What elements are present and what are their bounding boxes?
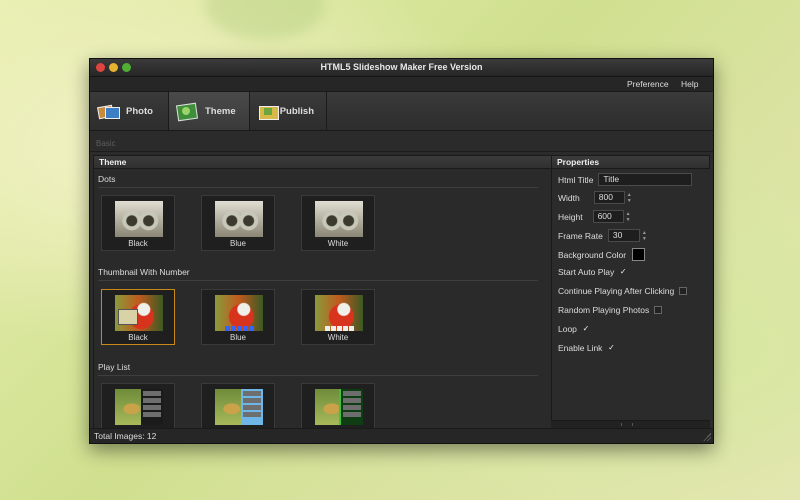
thumbnail-overlay [118, 309, 138, 325]
html-title-row: Html Title Title [558, 173, 693, 186]
basic-label: Basic [96, 139, 116, 148]
random-playing-label: Random Playing Photos [558, 305, 650, 315]
width-label: Width [558, 192, 580, 203]
menu-help[interactable]: Help [681, 79, 698, 89]
menu-bar: Preference Help [90, 77, 713, 91]
html-title-input[interactable]: Title [598, 173, 693, 186]
frame-rate-label: Frame Rate [558, 230, 603, 241]
theme-preview-image [315, 389, 363, 425]
theme-dots-black[interactable]: Black [101, 195, 175, 251]
theme-playlist-2[interactable] [201, 383, 275, 428]
continue-playing-row: Continue Playing After Clicking [558, 286, 688, 296]
random-playing-checkbox[interactable] [654, 306, 663, 314]
theme-caption: Blue [229, 239, 246, 248]
properties-panel: Html Title Title Width 800 ▲ ▼ Height 600… [551, 169, 711, 420]
start-auto-play-label: Start Auto Play [558, 267, 615, 277]
theme-dots-blue[interactable]: Blue [201, 195, 275, 251]
group-title-dots: Dots [98, 174, 116, 184]
group-divider [98, 375, 538, 376]
loop-row: Loop ✓ [558, 324, 590, 334]
tab-publish-label: Publish [279, 105, 314, 117]
playlist-column [339, 389, 363, 425]
loop-label: Loop [558, 324, 577, 334]
continue-playing-label: Continue Playing After Clicking [558, 286, 675, 296]
theme-caption: White [327, 239, 349, 248]
width-input[interactable]: 800 [593, 191, 625, 204]
theme-thumbnail-black[interactable]: Black [101, 289, 175, 345]
theme-caption: Black [128, 239, 148, 248]
status-bar: Total Images: 12 [90, 428, 713, 443]
frame-rate-input[interactable]: 30 [607, 229, 640, 242]
theme-preview-image [215, 201, 263, 237]
theme-panel-header: Theme [93, 155, 630, 169]
number-strip [315, 326, 363, 331]
theme-caption: White [327, 333, 349, 342]
theme-preview-image [115, 201, 163, 237]
height-row: Height 600 ▲ ▼ [558, 210, 632, 223]
start-auto-play-row: Start Auto Play ✓ [558, 267, 627, 277]
theme-preview-image [115, 389, 163, 425]
group-divider [98, 187, 538, 188]
enable-link-row: Enable Link ✓ [558, 343, 615, 353]
publish-icon [258, 104, 279, 120]
background-color-row: Background Color [558, 248, 646, 261]
number-strip [215, 326, 263, 331]
height-stepper[interactable]: ▲ ▼ [625, 211, 632, 223]
html-title-label: Html Title [558, 174, 594, 185]
enable-link-label: Enable Link [558, 343, 603, 353]
theme-preview-image [215, 389, 263, 425]
main-tabs: Photo Theme Publish [90, 91, 713, 131]
playlist-column [241, 389, 263, 425]
theme-playlist-3[interactable] [301, 383, 375, 428]
subheader: Basic [90, 131, 713, 152]
window-title: HTML5 Slideshow Maker Free Version [320, 62, 483, 72]
theme-thumbnail-white[interactable]: White [301, 289, 375, 345]
frame-rate-stepper[interactable]: ▲ ▼ [641, 230, 648, 242]
tab-theme-label: Theme [205, 105, 236, 117]
title-bar: HTML5 Slideshow Maker Free Version [90, 59, 713, 77]
width-stepper[interactable]: ▲ ▼ [626, 192, 633, 204]
loop-checkbox[interactable]: ✓ [582, 325, 590, 333]
frame-rate-row: Frame Rate 30 ▲ ▼ [558, 229, 648, 242]
width-row: Width 800 ▲ ▼ [558, 191, 633, 204]
theme-caption: Blue [229, 333, 246, 342]
tab-publish[interactable]: Publish [250, 92, 327, 130]
photo-icon [97, 104, 120, 119]
theme-preview-image [315, 295, 363, 331]
total-images-count: Total Images: 12 [94, 431, 157, 441]
theme-preview-image [215, 295, 263, 331]
theme-thumbnail-blue[interactable]: Blue [201, 289, 275, 345]
continue-playing-checkbox[interactable] [679, 287, 688, 295]
tab-photo[interactable]: Photo [90, 92, 169, 130]
theme-caption: Black [128, 333, 148, 342]
tab-theme[interactable]: Theme [169, 92, 250, 130]
background-color-swatch[interactable] [632, 248, 646, 261]
start-auto-play-checkbox[interactable]: ✓ [619, 268, 627, 276]
background-color-label: Background Color [558, 249, 627, 260]
height-label: Height [558, 211, 583, 222]
random-playing-row: Random Playing Photos [558, 305, 663, 315]
theme-preview-image [315, 201, 363, 237]
playlist-column [141, 389, 163, 425]
menu-preference[interactable]: Preference [627, 79, 669, 89]
scrollbar-grip[interactable] [621, 423, 633, 426]
group-divider [98, 280, 538, 281]
theme-icon [175, 102, 199, 121]
group-title-thumbnail-with-number: Thumbnail With Number [98, 267, 190, 277]
properties-panel-header: Properties [551, 155, 710, 169]
height-input[interactable]: 600 [592, 210, 624, 223]
app-window: HTML5 Slideshow Maker Free Version Prefe… [89, 58, 714, 444]
resize-handle[interactable] [703, 433, 711, 441]
background-leaf [205, 0, 325, 40]
enable-link-checkbox[interactable]: ✓ [607, 344, 615, 352]
theme-preview-image [115, 295, 163, 331]
theme-dots-white[interactable]: White [301, 195, 375, 251]
group-title-play-list: Play List [98, 362, 131, 372]
theme-playlist-1[interactable] [101, 383, 175, 428]
tab-photo-label: Photo [126, 105, 153, 117]
